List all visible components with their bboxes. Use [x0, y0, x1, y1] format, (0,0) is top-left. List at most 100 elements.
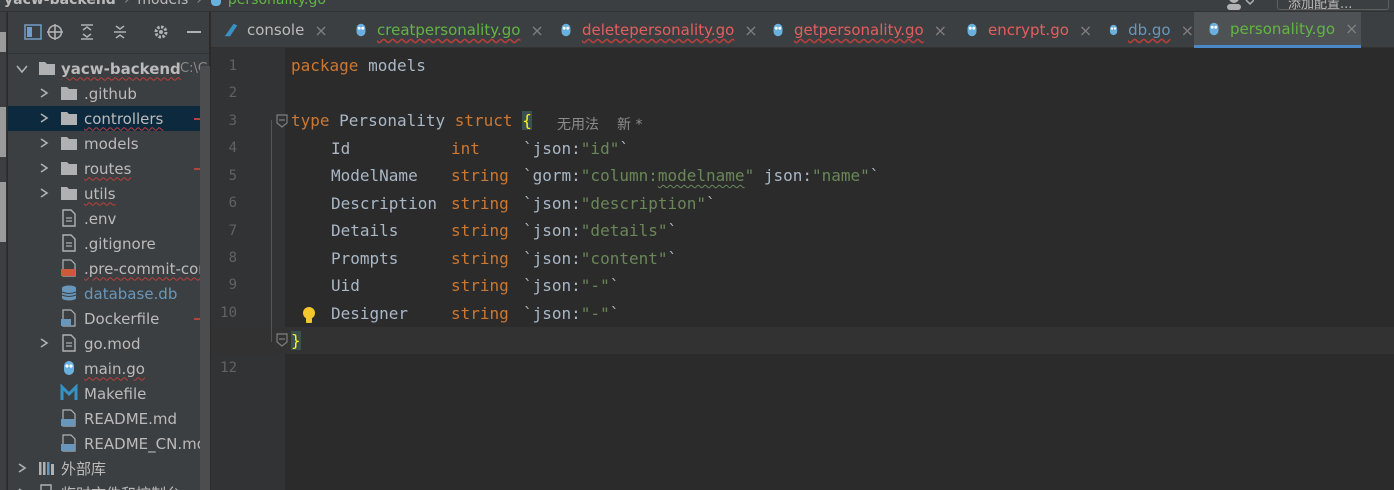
tree-item-label: .github — [84, 84, 137, 103]
struct-field-line: ModelName string `gorm:"column:modelname" … — [331, 166, 879, 185]
tree-item[interactable]: database.db — [8, 281, 209, 306]
field-type: string — [451, 221, 509, 240]
field-tag-key: `json: — [523, 193, 581, 213]
locate-icon[interactable] — [46, 23, 64, 41]
fold-marker-icon[interactable] — [276, 114, 288, 128]
gear-icon[interactable] — [152, 23, 170, 41]
user-icon[interactable] — [1224, 0, 1254, 10]
author-hint[interactable]: 新 * — [617, 114, 642, 134]
tree-item-label: utils — [84, 184, 116, 203]
tree-item[interactable]: controllers — [8, 106, 209, 131]
tab-personality-go[interactable]: personality.go × — [1194, 12, 1361, 48]
console-icon — [224, 23, 238, 37]
field-tag-value: "-" — [580, 276, 610, 295]
project-tool-icon[interactable] — [0, 32, 6, 52]
tree-item-label: .gitignore — [84, 234, 156, 253]
tab-console[interactable]: console × — [211, 12, 341, 48]
hide-icon[interactable] — [185, 23, 203, 41]
close-icon[interactable]: × — [1181, 21, 1194, 40]
add-configuration-button[interactable]: 添加配置... — [1277, 0, 1389, 12]
layout-icon[interactable] — [24, 23, 42, 41]
breadcrumb-file[interactable]: personality.go — [228, 0, 326, 8]
fold-marker-icon[interactable] — [276, 333, 288, 347]
makefile-icon — [60, 384, 78, 400]
tree-scratches[interactable]: 临时文件和控制台 — [8, 481, 209, 490]
file-icon — [62, 234, 76, 252]
chevron-right-icon — [40, 138, 49, 148]
dockerfile-icon — [61, 309, 76, 327]
tree-item[interactable]: .github — [8, 81, 209, 106]
line-number: 8 — [228, 250, 237, 266]
close-icon[interactable]: × — [530, 21, 543, 40]
field-tag-value: "description" — [580, 193, 707, 213]
tree-item-label: 外部库 — [61, 460, 107, 478]
lightbulb-icon[interactable] — [300, 305, 318, 325]
library-icon — [39, 462, 54, 475]
tab-getpersonality-go[interactable]: getpersonality.go × — [758, 12, 952, 48]
yaml-file-icon — [61, 259, 76, 277]
chevron-right-icon — [40, 113, 49, 123]
tree-item[interactable]: README_CN.md — [8, 431, 209, 456]
tree-item-label: 临时文件和控制台 — [61, 483, 181, 490]
field-tag-key: `json: — [523, 303, 581, 323]
close-icon[interactable]: × — [934, 21, 947, 40]
tree-item[interactable]: .gitignore — [8, 231, 209, 256]
tree-item[interactable]: Makefile — [8, 381, 209, 406]
collapse-all-icon[interactable] — [111, 23, 129, 41]
field-tag-value: modelname — [657, 166, 745, 185]
field-name: ModelName — [331, 166, 418, 185]
project-panel: yacw-backend C:\G .github controllers models… — [8, 12, 210, 490]
tree-item[interactable]: utils — [8, 181, 209, 206]
close-icon[interactable]: × — [1345, 19, 1358, 38]
line-number: 7 — [228, 223, 237, 239]
code-line: package models — [291, 56, 426, 75]
gopher-icon — [64, 361, 74, 375]
tab-db-go[interactable]: db.go × — [1095, 12, 1194, 48]
tree-external-libraries[interactable]: 外部库 — [8, 456, 209, 481]
code-token: Personality — [329, 111, 455, 130]
chevron-right-icon — [18, 463, 27, 473]
tab-label: creatpersonality.go — [377, 21, 521, 39]
close-icon[interactable]: × — [1079, 21, 1092, 40]
struct-field-line: Uid string `json:"-"` — [331, 276, 619, 295]
field-tag-key: `json: — [523, 138, 581, 158]
tab-deletepersonality-go[interactable]: deletepersonality.go × — [546, 12, 758, 48]
field-tag-key: `json: — [523, 248, 581, 268]
breadcrumb-separator: › — [196, 0, 202, 8]
tree-item-label: main.go — [84, 359, 145, 378]
gopher-icon — [1109, 24, 1118, 36]
editor-gutter: 123456789101112 — [211, 48, 285, 490]
expand-all-icon[interactable] — [78, 23, 96, 41]
field-tag-value: "id" — [580, 138, 620, 158]
field-tag-end: ` — [706, 193, 716, 213]
tree-item[interactable]: models — [8, 131, 209, 156]
tree-item[interactable]: .env — [8, 206, 209, 231]
tab-label: db.go — [1128, 21, 1171, 39]
breadcrumb-folder[interactable]: models — [137, 0, 188, 8]
field-type: string — [451, 303, 509, 323]
tree-root-project[interactable]: yacw-backend C:\G — [8, 56, 209, 81]
breadcrumb-project[interactable]: yacw-backend — [4, 0, 116, 8]
commit-tool-icon[interactable] — [0, 107, 6, 157]
tree-item[interactable]: README.md — [8, 406, 209, 431]
project-scrollbar[interactable] — [200, 66, 210, 490]
tree-item[interactable]: go.mod — [8, 331, 209, 356]
tab-encrypt-go[interactable]: encrypt.go × — [952, 12, 1095, 48]
tree-item[interactable]: routes — [8, 156, 209, 181]
line-number: 2 — [228, 85, 237, 101]
tree-root-name: yacw-backend — [61, 59, 181, 78]
tree-item[interactable]: main.go — [8, 356, 209, 381]
tree-item[interactable]: Dockerfile — [8, 306, 209, 331]
usages-hint[interactable]: 无用法 — [557, 114, 599, 134]
database-icon — [61, 285, 77, 301]
code-line: type Personality struct { — [291, 111, 532, 130]
close-icon[interactable]: × — [314, 21, 327, 40]
close-icon[interactable]: × — [744, 21, 757, 40]
field-tag-end: ` — [619, 138, 629, 158]
tab-creatpersonality-go[interactable]: creatpersonality.go × — [341, 12, 546, 48]
field-tag-value: "column: — [580, 166, 658, 185]
structure-tool-icon[interactable] — [0, 182, 6, 242]
field-tag-end: ` — [609, 303, 620, 323]
tree-item[interactable]: .pre-commit-conf — [8, 256, 209, 281]
breadcrumb: yacw-backend › models › personality.go — [0, 0, 326, 12]
